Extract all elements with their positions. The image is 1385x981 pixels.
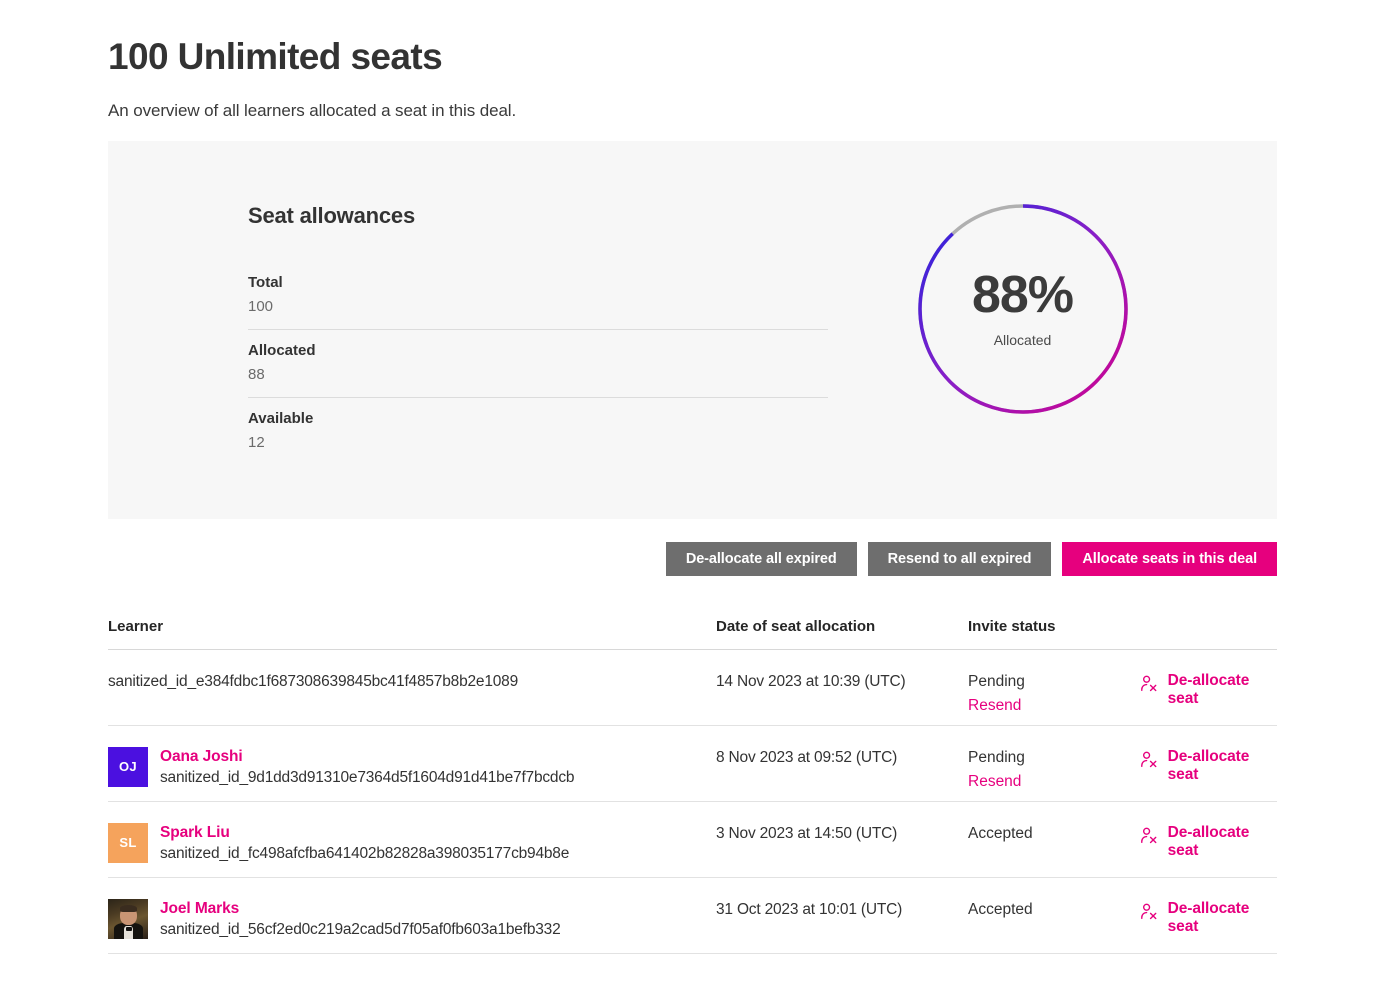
invite-status-cell: Pending Resend bbox=[968, 747, 1138, 791]
invite-status-cell: Accepted bbox=[968, 823, 1138, 843]
page-title: 100 Unlimited seats bbox=[108, 36, 443, 77]
deallocate-seat-button[interactable]: De-allocate seat bbox=[1138, 671, 1277, 708]
stat-allocated-label: Allocated bbox=[248, 341, 316, 359]
learner-cell: OJ Oana Joshi sanitized_id_9d1dd3d91310e73… bbox=[108, 746, 716, 787]
stat-total-value: 100 bbox=[248, 297, 274, 315]
person-remove-icon bbox=[1141, 827, 1157, 843]
seat-allowances-chart: 88% Allocated bbox=[828, 193, 1217, 417]
learner-text: Oana Joshi sanitized_id_9d1dd3d91310e7364… bbox=[160, 747, 575, 787]
resend-link[interactable]: Resend bbox=[968, 773, 1138, 791]
learner-id: sanitized_id_56cf2ed0c219a2cad5d7f05af0f… bbox=[160, 920, 561, 938]
person-remove-icon bbox=[1141, 751, 1157, 767]
allocation-date: 14 Nov 2023 at 10:39 (UTC) bbox=[716, 672, 906, 690]
learner-name[interactable]: Joel Marks bbox=[160, 900, 561, 918]
person-remove-icon bbox=[1141, 903, 1157, 919]
learner-id: sanitized_id_e384fdbc1f687308639845bc41f… bbox=[108, 672, 519, 690]
learner-text: Joel Marks sanitized_id_56cf2ed0c219a2cad… bbox=[160, 899, 561, 939]
seat-allowances-heading: Seat allowances bbox=[248, 202, 415, 228]
allocated-donut-chart: 88% Allocated bbox=[915, 201, 1131, 417]
stat-available-label: Available bbox=[248, 409, 314, 427]
table-row: SL Spark Liu sanitized_id_fc498afcfba64140… bbox=[108, 802, 1277, 878]
deallocate-seat-button[interactable]: De-allocate seat bbox=[1138, 747, 1277, 784]
learner-text: Spark Liu sanitized_id_fc498afcfba641402b… bbox=[160, 823, 569, 863]
column-header-date: Date of seat allocation bbox=[716, 617, 876, 635]
deallocate-seat-label: De-allocate seat bbox=[1167, 823, 1250, 859]
table-row: Joel Marks sanitized_id_56cf2ed0c219a2cad… bbox=[108, 878, 1277, 954]
invite-status-cell: Pending Resend bbox=[968, 671, 1138, 715]
column-header-learner: Learner bbox=[108, 617, 164, 635]
invite-status: Accepted bbox=[968, 900, 1033, 918]
learner-id: sanitized_id_fc498afcfba641402b82828a398… bbox=[160, 844, 570, 862]
learner-id: sanitized_id_9d1dd3d91310e7364d5f1604d91… bbox=[160, 768, 575, 786]
resend-link[interactable]: Resend bbox=[968, 697, 1138, 715]
allocation-date: 31 Oct 2023 at 10:01 (UTC) bbox=[716, 900, 903, 918]
page-subtitle: An overview of all learners allocated a … bbox=[108, 100, 517, 120]
stat-total-label: Total bbox=[248, 273, 283, 291]
learner-name[interactable]: Spark Liu bbox=[160, 824, 569, 842]
deallocate-seat-button[interactable]: De-allocate seat bbox=[1138, 899, 1277, 936]
invite-status: Accepted bbox=[968, 824, 1033, 842]
table-row: sanitized_id_e384fdbc1f687308639845bc41f… bbox=[108, 650, 1277, 726]
table-body: sanitized_id_e384fdbc1f687308639845bc41f… bbox=[108, 650, 1277, 954]
seat-allowances-card: Seat allowances Total 100 Allocated 88 A… bbox=[108, 140, 1277, 519]
avatar: OJ bbox=[108, 746, 148, 787]
seat-allocation-page: 100 Unlimited seats An overview of all l… bbox=[0, 0, 1385, 954]
deallocate-seat-label: De-allocate seat bbox=[1167, 671, 1250, 707]
donut-caption: Allocated bbox=[993, 332, 1052, 349]
deallocate-all-expired-button[interactable]: De-allocate all expired bbox=[665, 541, 857, 576]
learner-text: sanitized_id_e384fdbc1f687308639845bc41f… bbox=[108, 671, 518, 691]
avatar: SL bbox=[108, 822, 148, 863]
table-row: OJ Oana Joshi sanitized_id_9d1dd3d91310e73… bbox=[108, 726, 1277, 802]
bulk-actions-toolbar: De-allocate all expired Resend to all ex… bbox=[108, 541, 1277, 576]
column-header-status: Invite status bbox=[968, 617, 1056, 635]
deallocate-seat-button[interactable]: De-allocate seat bbox=[1138, 823, 1277, 860]
learner-cell: sanitized_id_e384fdbc1f687308639845bc41f… bbox=[108, 671, 716, 691]
deallocate-seat-label: De-allocate seat bbox=[1167, 747, 1250, 783]
invite-status: Pending bbox=[968, 672, 1025, 690]
table-header-row: Learner Date of seat allocation Invite s… bbox=[108, 618, 1277, 650]
learner-name[interactable]: Oana Joshi bbox=[160, 748, 574, 766]
person-remove-icon bbox=[1141, 675, 1157, 691]
allocation-date: 8 Nov 2023 at 09:52 (UTC) bbox=[716, 748, 898, 766]
stat-available-value: 12 bbox=[248, 433, 265, 451]
donut-center-label: 88% Allocated bbox=[915, 201, 1131, 417]
seat-allowances-stats: Seat allowances Total 100 Allocated 88 A… bbox=[248, 193, 828, 477]
avatar bbox=[108, 898, 148, 939]
allocation-date: 3 Nov 2023 at 14:50 (UTC) bbox=[716, 824, 898, 842]
stat-total: Total 100 bbox=[248, 274, 828, 330]
stat-allocated: Allocated 88 bbox=[248, 342, 828, 398]
invite-status: Pending bbox=[968, 748, 1025, 766]
learner-cell: Joel Marks sanitized_id_56cf2ed0c219a2cad… bbox=[108, 898, 716, 939]
donut-percent: 88% bbox=[971, 266, 1074, 325]
deallocate-seat-label: De-allocate seat bbox=[1167, 899, 1250, 935]
invite-status-cell: Accepted bbox=[968, 899, 1138, 919]
resend-to-all-expired-button[interactable]: Resend to all expired bbox=[867, 541, 1052, 576]
stat-allocated-value: 88 bbox=[248, 365, 265, 383]
allocate-seats-button[interactable]: Allocate seats in this deal bbox=[1062, 541, 1277, 576]
learner-cell: SL Spark Liu sanitized_id_fc498afcfba64140… bbox=[108, 822, 716, 863]
stat-available: Available 12 bbox=[248, 410, 828, 465]
learner-table: Learner Date of seat allocation Invite s… bbox=[108, 618, 1277, 954]
